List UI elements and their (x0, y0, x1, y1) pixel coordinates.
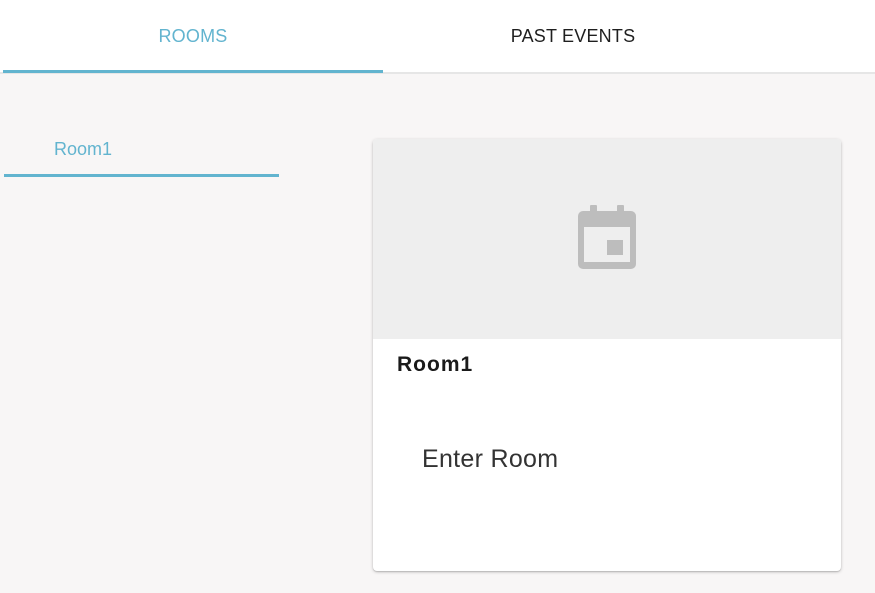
tab-past-events[interactable]: PAST EVENTS (383, 0, 763, 72)
tab-past-events-label: PAST EVENTS (510, 25, 636, 46)
room-list-item-label: Room1 (54, 139, 113, 159)
selected-item-underline (4, 174, 279, 177)
top-tab-bar: ROOMS PAST EVENTS (0, 0, 875, 74)
room-card-media (373, 139, 841, 339)
room-card: Room1 Enter Room (373, 139, 841, 571)
active-tab-indicator (3, 70, 383, 73)
room-list: Room1 (4, 128, 279, 177)
calendar-icon (578, 204, 636, 274)
tab-rooms[interactable]: ROOMS (3, 0, 383, 72)
tab-rooms-label: ROOMS (158, 25, 228, 46)
room-card-title: Room1 (397, 353, 474, 376)
room-list-item[interactable]: Room1 (4, 128, 279, 177)
enter-room-button[interactable]: Enter Room (407, 439, 573, 480)
